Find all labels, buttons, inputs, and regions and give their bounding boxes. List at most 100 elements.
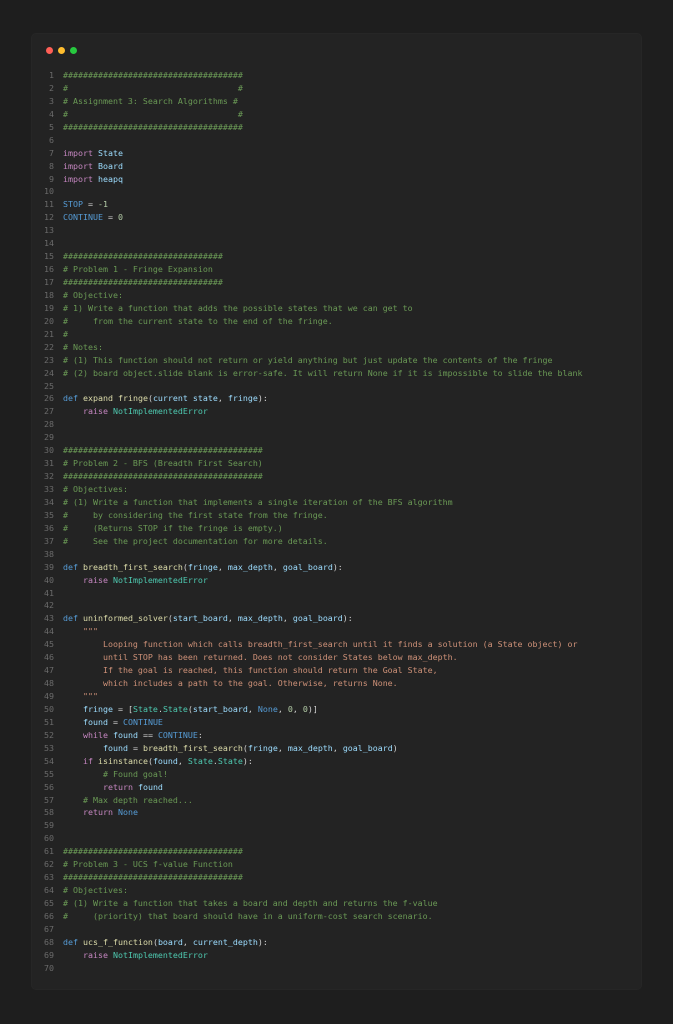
code-line[interactable]: 43 def uninformed_solver(start_board, max… [32, 612, 353, 625]
code-line[interactable]: 26 def expand fringe(current state, fring… [32, 392, 268, 405]
line-number: 53 [44, 742, 54, 753]
code-line[interactable]: 31 # Problem 2 - BFS (Breadth First Searc… [32, 457, 263, 470]
code-line[interactable]: 8 import Board [32, 160, 123, 173]
code-line[interactable]: 10 [32, 185, 54, 198]
line-text: ######################################## [63, 470, 263, 483]
code-line[interactable]: 66 # (priority) that board should have in… [32, 910, 433, 923]
line-text: def uninformed_solver(start_board, max_d… [63, 612, 353, 625]
code-line[interactable]: 17 ################################ [32, 276, 223, 289]
line-number: 49 [44, 691, 54, 701]
line-number: 65 [44, 898, 54, 908]
code-line[interactable]: 34 # (1) Write a function that implements… [32, 496, 453, 509]
code-line[interactable]: 2 # # [32, 82, 243, 95]
code-line[interactable]: 50 fringe = [State.State(start_board, No… [32, 703, 318, 716]
code-line[interactable]: 58 return None [32, 806, 138, 819]
code-line[interactable]: 67 [32, 923, 54, 936]
code-line[interactable]: 33 # Objectives: [32, 483, 128, 496]
line-text: # Problem 3 - UCS f-value Function [63, 858, 233, 871]
code-line[interactable]: 6 [32, 134, 54, 147]
code-line[interactable]: 24 # (2) board object.slide blank is erro… [32, 367, 583, 380]
code-line[interactable]: 32 ######################################… [32, 470, 263, 483]
code-token: # Found goal! [102, 768, 168, 779]
code-line[interactable]: 52 while found == CONTINUE: [32, 729, 203, 742]
code-line[interactable]: 15 ################################ [32, 250, 223, 263]
code-line[interactable]: 60 [32, 832, 54, 845]
code-line[interactable]: 63 #################################### [32, 871, 243, 884]
code-line[interactable]: 37 # See the project documentation for mo… [32, 535, 328, 548]
code-line[interactable]: 7 import State [32, 147, 123, 160]
code-line[interactable]: 62 # Problem 3 - UCS f-value Function [32, 858, 233, 871]
code-line[interactable]: 51 found = CONTINUE [32, 716, 163, 729]
code-line[interactable]: 1 #################################### [32, 69, 243, 82]
code-line[interactable]: 40 raise NotImplementedError [32, 574, 208, 587]
code-line[interactable]: 53 found = breadth_first_search(fringe, … [32, 742, 398, 755]
code-line[interactable]: 65 # (1) Write a function that takes a bo… [32, 897, 438, 910]
code-token: # Max depth reached... [82, 794, 193, 805]
code-line[interactable]: 18 # Objective: [32, 289, 123, 302]
code-line[interactable]: 54 if isinstance(found, State.State): [32, 755, 253, 768]
code-line[interactable]: 22 # Notes: [32, 341, 103, 354]
line-number: 31 [44, 458, 54, 469]
code-line[interactable]: 19 # 1) Write a function that adds the po… [32, 302, 413, 315]
code-line[interactable]: 20 # from the current state to the end of… [32, 315, 333, 328]
code-line[interactable]: 41 [32, 587, 54, 600]
code-token: CONTINUE [122, 716, 163, 727]
code-line[interactable]: 55 # Found goal! [32, 768, 168, 781]
code-line[interactable]: 59 [32, 819, 54, 832]
code-line[interactable]: 27 raise NotImplementedError [32, 405, 208, 418]
code-token: CONTINUE [63, 212, 103, 223]
line-number: 33 [44, 484, 54, 494]
code-line[interactable]: 57 # Max depth reached... [32, 794, 193, 807]
code-line[interactable]: 44 """ [32, 625, 98, 638]
code-line[interactable]: 49 """ [32, 690, 98, 703]
code-line[interactable]: 5 #################################### [32, 121, 243, 134]
code-token: ) [392, 742, 398, 753]
code-line[interactable]: 68 def ucs_f_function(board, current_dept… [32, 936, 268, 949]
code-token: # from the current state to the end of t… [63, 315, 333, 326]
code-token: , [292, 703, 303, 714]
code-line[interactable]: 14 [32, 237, 54, 250]
code-line[interactable]: 64 # Objectives: [32, 884, 128, 897]
code-line[interactable]: 29 [32, 431, 54, 444]
code-line[interactable]: 42 [32, 599, 54, 612]
code-token: ): [242, 755, 253, 766]
code-line[interactable]: 38 [32, 548, 54, 561]
code-line[interactable]: 39 def breadth_first_search(fringe, max_d… [32, 561, 343, 574]
line-number: 10 [44, 186, 54, 197]
code-line[interactable]: 25 [32, 380, 54, 393]
code-line[interactable]: 47 If the goal is reached, this function… [32, 664, 438, 677]
code-line[interactable]: 12 CONTINUE = 0 [32, 211, 123, 224]
code-line[interactable]: 70 [32, 962, 54, 975]
code-token: # (priority) that board should have in a… [63, 910, 433, 921]
code-token: ): [332, 561, 343, 572]
code-line[interactable]: 48 which includes a path to the goal. Ot… [32, 677, 398, 690]
line-text: """ [63, 625, 98, 638]
code-line[interactable]: 16 # Problem 1 - Fringe Expansion [32, 263, 213, 276]
code-line[interactable]: 61 #################################### [32, 845, 243, 858]
code-line[interactable]: 30 ######################################… [32, 444, 263, 457]
code-line[interactable]: 35 # by considering the first state from … [32, 509, 328, 522]
code-line[interactable]: 46 until STOP has been returned. Does no… [32, 651, 458, 664]
code-line[interactable]: 36 # (Returns STOP if the fringe is empty… [32, 522, 283, 535]
code-line[interactable]: 45 Looping function which calls breadth_… [32, 638, 578, 651]
code-line[interactable]: 13 [32, 224, 54, 237]
code-line[interactable]: 9 import heapq [32, 173, 123, 186]
code-line[interactable]: 3 # Assignment 3: Search Algorithms # [32, 95, 238, 108]
close-button[interactable] [46, 47, 53, 54]
code-line[interactable]: 69 raise NotImplementedError [32, 949, 208, 962]
minimize-button[interactable] [58, 47, 65, 54]
code-line[interactable]: 28 [32, 418, 54, 431]
code-line[interactable]: 21 # [32, 328, 68, 341]
code-line[interactable]: 11 STOP = -1 [32, 198, 108, 211]
line-number: 51 [44, 716, 54, 727]
code-line[interactable]: 23 # (1) This function should not return … [32, 354, 553, 367]
code-token: return [102, 781, 133, 792]
code-line[interactable]: 56 return found [32, 781, 163, 794]
maximize-button[interactable] [70, 47, 77, 54]
code-line[interactable]: 4 # # [32, 108, 243, 121]
code-token: ): [342, 613, 353, 624]
code-editor[interactable]: 1 #################################### 2 # … [32, 69, 583, 975]
line-number: 67 [44, 923, 54, 934]
code-token: NotImplementedError [112, 949, 208, 960]
